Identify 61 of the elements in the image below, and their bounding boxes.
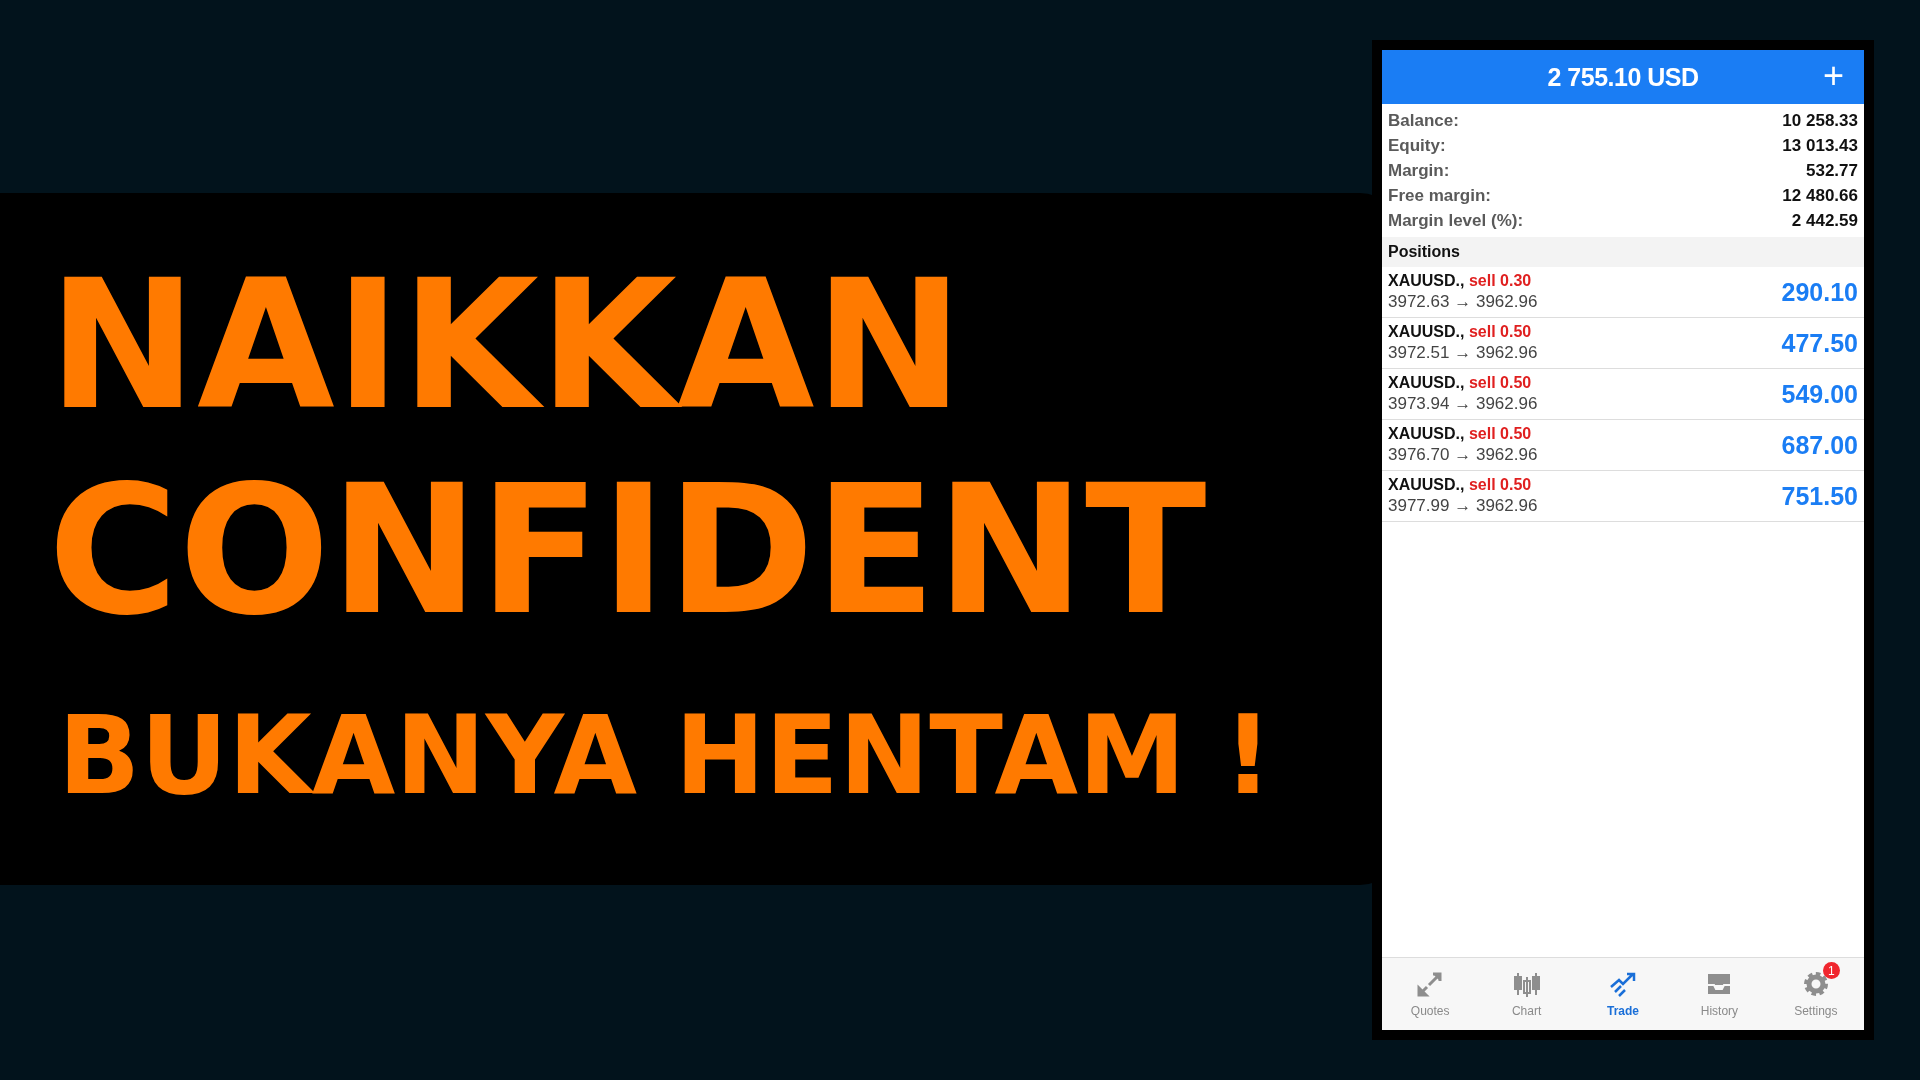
profit-value: 290.10 — [1781, 277, 1858, 307]
profit-value: 687.00 — [1781, 430, 1858, 460]
profit-value: 477.50 — [1781, 328, 1858, 358]
position-row[interactable]: XAUUSD., sell 0.50 3976.70 → 3962.96 687.00 — [1382, 420, 1864, 471]
position-row[interactable]: XAUUSD., sell 0.30 3972.63 → 3962.96 290.10 — [1382, 267, 1864, 318]
arrows-icon — [1417, 971, 1444, 997]
open-price: 3972.51 — [1388, 343, 1450, 362]
position-row[interactable]: XAUUSD., sell 0.50 3973.94 → 3962.96 549.00 — [1382, 369, 1864, 420]
arrow-text: → — [1454, 394, 1472, 413]
summary-value: 2 442.59 — [1791, 210, 1858, 231]
arrow-text: → — [1454, 292, 1472, 311]
side-text: sell 0.50 — [1468, 323, 1532, 340]
side-text: sell 0.50 — [1468, 425, 1532, 442]
summary-label: Free margin: — [1388, 185, 1491, 206]
arrow-text: → — [1454, 445, 1472, 464]
symbol-text: XAUUSD., — [1388, 476, 1465, 493]
current-price: 3962.96 — [1475, 496, 1538, 515]
summary-label: Margin level (%): — [1388, 210, 1524, 231]
current-price: 3962.96 — [1475, 394, 1538, 413]
tab[interactable]: Quotes — [1382, 958, 1479, 1030]
arrow-text: → — [1454, 496, 1472, 515]
tab[interactable]: Chart — [1478, 958, 1575, 1030]
candlestick-icon — [1512, 971, 1541, 997]
current-price: 3962.96 — [1475, 445, 1538, 464]
current-price: 3962.96 — [1475, 292, 1538, 311]
side-text: sell 0.50 — [1468, 374, 1532, 391]
open-price: 3976.70 — [1388, 445, 1450, 464]
symbol-text: XAUUSD., — [1388, 272, 1465, 289]
symbol-text: XAUUSD., — [1388, 323, 1465, 340]
balance-title: 2 755.10 USD — [1547, 62, 1699, 92]
summary-value: 13 013.43 — [1782, 135, 1858, 156]
open-price: 3973.94 — [1388, 394, 1450, 413]
gear-icon — [1801, 970, 1830, 998]
side-text: sell 0.50 — [1468, 476, 1532, 493]
summary-label: Equity: — [1388, 135, 1446, 156]
summary-label: Balance: — [1388, 110, 1459, 131]
summary-value: 12 480.66 — [1782, 185, 1858, 206]
tab[interactable]: 1 Settings — [1767, 958, 1865, 1030]
profit-value: 751.50 — [1781, 481, 1858, 511]
current-price: 3962.96 — [1475, 343, 1538, 362]
open-price: 3977.99 — [1388, 496, 1450, 515]
notification-badge: 1 — [1822, 962, 1840, 979]
side-text: sell 0.30 — [1468, 272, 1532, 289]
tab[interactable]: Trade — [1574, 958, 1672, 1030]
position-row[interactable]: XAUUSD., sell 0.50 3972.51 → 3962.96 477.50 — [1382, 318, 1864, 369]
symbol-text: XAUUSD., — [1388, 425, 1465, 442]
profit-value: 549.00 — [1781, 379, 1858, 409]
headline: NAIKKAN — [48, 243, 965, 448]
symbol-text: XAUUSD., — [1388, 374, 1465, 391]
tab[interactable]: History — [1671, 958, 1768, 1030]
section-header: Positions — [1382, 237, 1864, 267]
summary-label: Margin: — [1388, 160, 1450, 181]
position-row[interactable]: XAUUSD., sell 0.50 3977.99 → 3962.96 751.50 — [1382, 471, 1864, 522]
summary-value: 10 258.33 — [1782, 110, 1858, 131]
open-price: 3972.63 — [1388, 292, 1450, 311]
trend-icon — [1609, 971, 1637, 997]
summary-value: 532.77 — [1806, 160, 1858, 181]
subheadline: BUKANYA HENTAM ! — [58, 693, 1274, 818]
add-button[interactable]: + — [1816, 56, 1850, 96]
headline: CONFIDENT — [48, 448, 1208, 653]
arrow-text: → — [1454, 343, 1472, 362]
